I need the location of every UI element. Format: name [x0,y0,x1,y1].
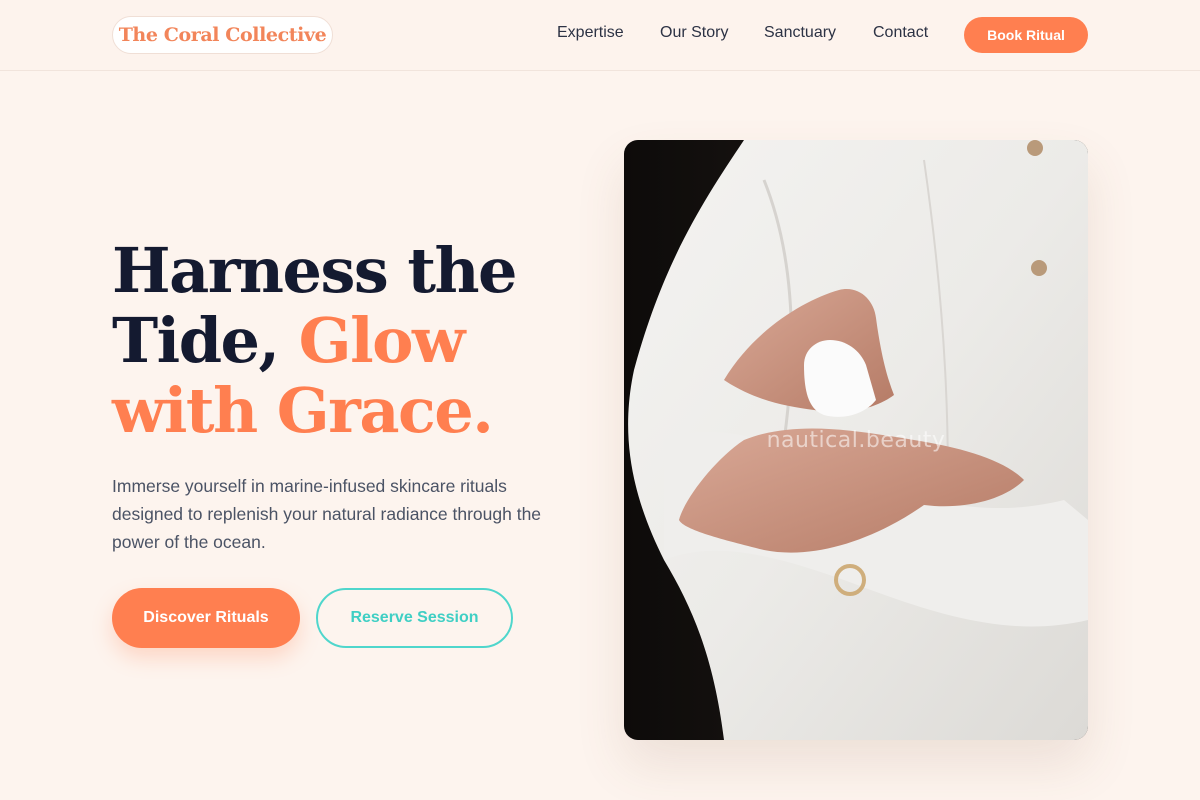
reserve-session-button[interactable]: Reserve Session [316,588,513,648]
hero-subcopy: Immerse yourself in marine-infused skinc… [112,476,542,552]
headline-line-2-accent: Glow [298,304,466,377]
nav-link-contact[interactable]: Contact [873,24,928,42]
nav-link-our-story[interactable]: Our Story [660,24,728,42]
site-header: The Coral Collective Expertise Our Story… [0,0,1200,71]
book-ritual-button[interactable]: Book Ritual [964,17,1088,53]
hero-image: nautical.beauty [624,140,1088,740]
headline-line-2-dark: Tide, [112,304,299,377]
headline-line-1: Harness the [112,234,518,307]
nav-link-expertise[interactable]: Expertise [557,24,624,42]
headline-line-2: Tide, Glow [112,306,582,376]
nav-link-sanctuary[interactable]: Sanctuary [764,24,836,42]
discover-rituals-button[interactable]: Discover Rituals [112,588,300,648]
brand-logo[interactable]: The Coral Collective [112,16,333,54]
image-watermark: nautical.beauty [766,428,946,453]
hero-headline: Harness the Tide, Glow with Grace. [112,236,582,446]
headline-line-3: with Grace. [112,374,494,447]
